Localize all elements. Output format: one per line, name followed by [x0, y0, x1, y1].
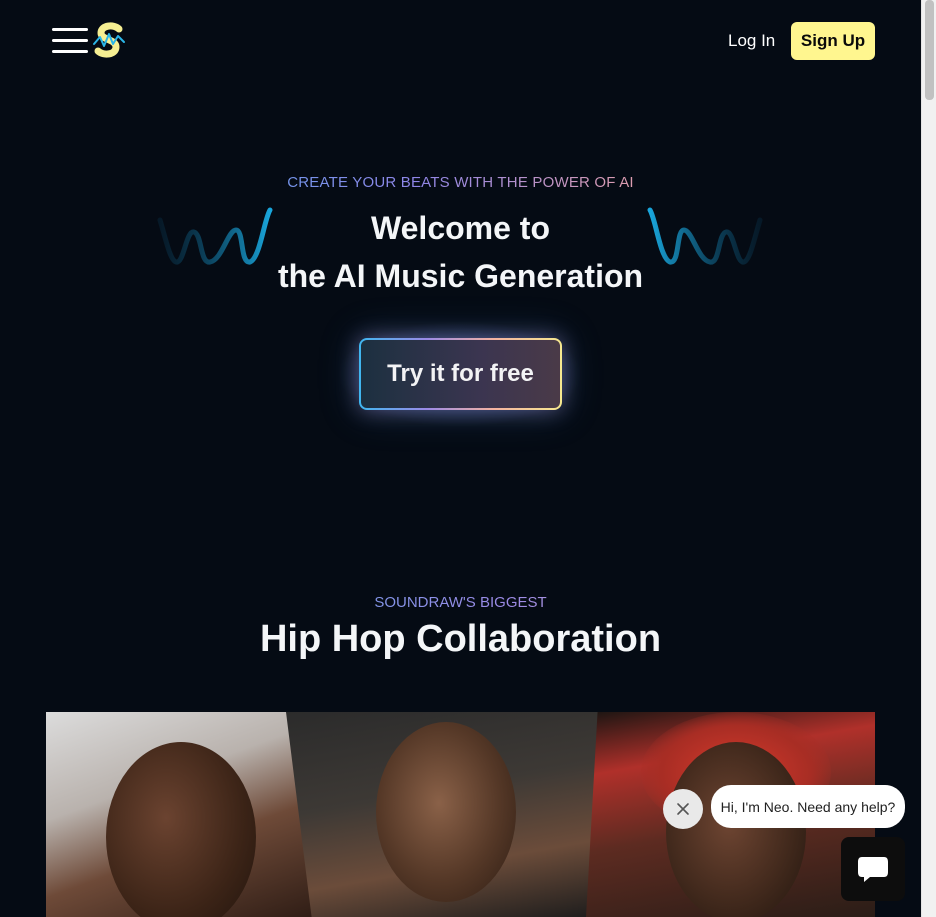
hero-tagline: CREATE YOUR BEATS WITH THE POWER OF AI [0, 174, 921, 191]
signup-button[interactable]: Sign Up [791, 22, 875, 60]
section-kicker: SOUNDRAW'S BIGGEST [0, 594, 921, 611]
login-link[interactable]: Log In [728, 31, 775, 51]
hero-title: Welcome to the AI Music Generation [0, 204, 921, 300]
menu-icon[interactable] [52, 28, 88, 54]
chat-icon [858, 857, 888, 882]
artist-face-2 [376, 722, 516, 902]
chat-close-button[interactable] [663, 789, 703, 829]
chat-launcher-button[interactable] [841, 837, 905, 901]
scrollbar[interactable] [921, 0, 936, 917]
chat-greeting-bubble[interactable]: Hi, I'm Neo. Need any help? [711, 785, 905, 828]
scrollbar-thumb[interactable] [925, 0, 934, 100]
try-free-button[interactable]: Try it for free [359, 338, 562, 410]
artist-face-3 [666, 742, 806, 917]
hero-title-line1: Welcome to [371, 210, 550, 246]
artist-face-1 [106, 742, 256, 917]
section-title: Hip Hop Collaboration [259, 618, 662, 660]
page: Log In Sign Up CREATE YOUR BEATS WITH TH… [0, 0, 921, 917]
close-icon [677, 803, 689, 815]
logo[interactable] [92, 22, 126, 60]
hero-title-line2: the AI Music Generation [277, 258, 644, 294]
